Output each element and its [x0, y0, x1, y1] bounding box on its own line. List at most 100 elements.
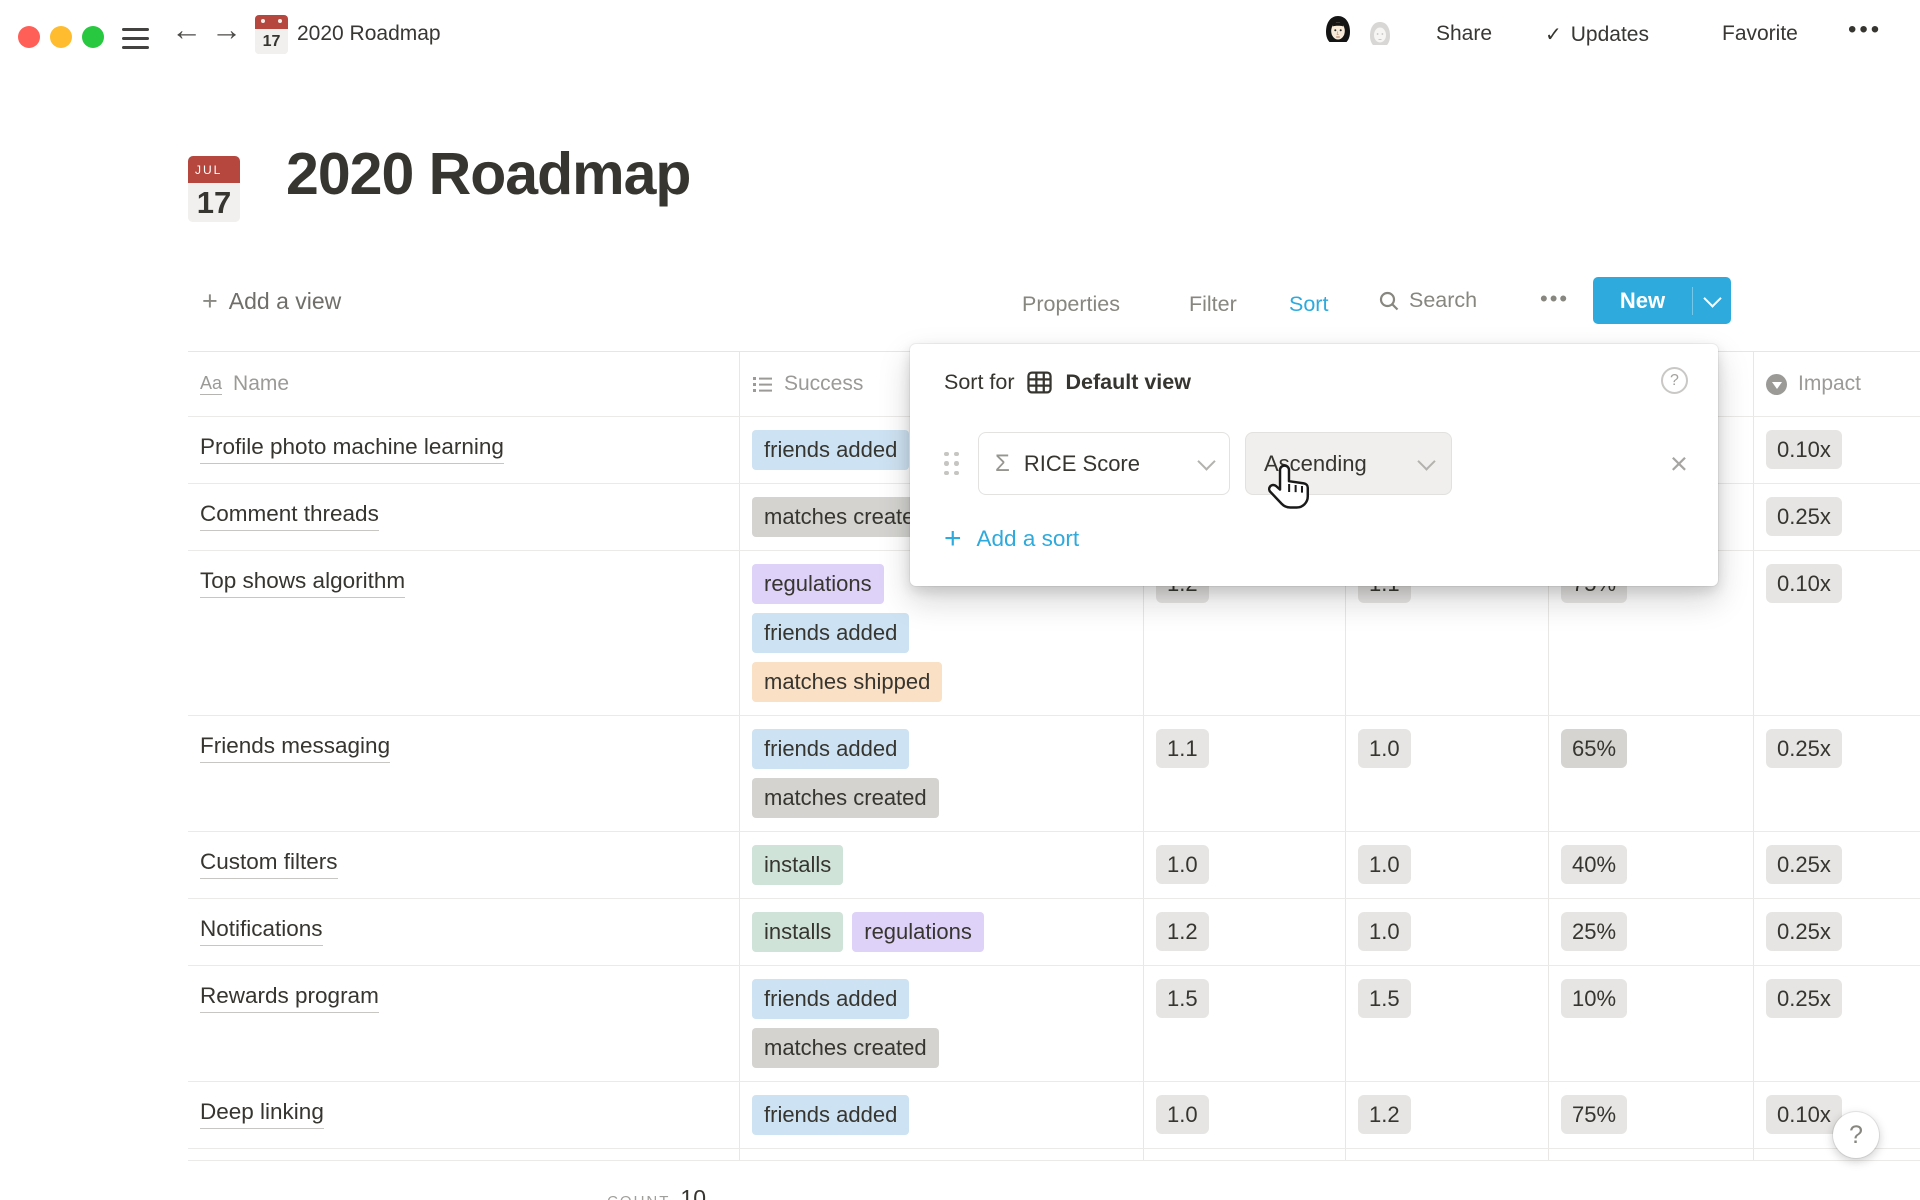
num2-cell[interactable]: 1.5: [1346, 966, 1549, 1081]
num2-cell[interactable]: 1.2: [1346, 1082, 1549, 1148]
num1-cell[interactable]: 1.0: [1144, 1082, 1346, 1148]
impact-cell[interactable]: 0.25x: [1754, 716, 1920, 831]
value-chip: 1.1: [1156, 729, 1209, 768]
value-chip: 0.25x: [1766, 729, 1842, 768]
avatar[interactable]: [1318, 10, 1358, 50]
forward-icon[interactable]: →: [211, 14, 242, 45]
sort-popup-header: Sort for Default view: [944, 369, 1191, 396]
close-window-button[interactable]: [18, 26, 40, 48]
num2-cell[interactable]: 1.0: [1346, 832, 1549, 898]
table-row: Deep linking friends added 1.0 1.275% 0.10x: [188, 1082, 1920, 1149]
sort-rule-row: Σ RICE Score Ascending ×: [944, 432, 1688, 495]
pct-cell[interactable]: 65%: [1549, 716, 1754, 831]
impact-cell[interactable]: 0.25x: [1754, 966, 1920, 1081]
column-header-impact[interactable]: Impact: [1754, 352, 1920, 416]
impact-cell[interactable]: 0.25x: [1754, 832, 1920, 898]
chevron-down-icon: [1703, 289, 1721, 307]
updates-button[interactable]: ✓Updates: [1545, 22, 1649, 47]
pct-cell[interactable]: 40%: [1549, 832, 1754, 898]
avatar[interactable]: [1362, 16, 1398, 52]
value-chip: 0.10x: [1766, 564, 1842, 603]
num1-cell[interactable]: 1.5: [1144, 966, 1346, 1081]
filter-button[interactable]: Filter: [1189, 292, 1237, 317]
tag-blue: friends added: [752, 613, 909, 653]
num1-cell[interactable]: 1.2: [1144, 899, 1346, 965]
num1-cell[interactable]: 1.1: [1144, 716, 1346, 831]
name-cell[interactable]: Profile photo machine learning: [188, 417, 740, 483]
column-header-name[interactable]: Aa Name: [188, 352, 740, 416]
row-title: Top shows algorithm: [200, 568, 405, 598]
tag-orange: matches shipped: [752, 662, 942, 702]
name-cell[interactable]: Friends messaging: [188, 716, 740, 831]
name-cell[interactable]: Top shows algorithm: [188, 551, 740, 715]
value-chip: 1.5: [1358, 979, 1411, 1018]
value-chip: 1.0: [1358, 729, 1411, 768]
success-cell[interactable]: friends added: [740, 1082, 1144, 1148]
pct-cell[interactable]: 75%: [1549, 1082, 1754, 1148]
success-cell[interactable]: friends added matches created: [740, 966, 1144, 1081]
collaborator-avatars: [1318, 10, 1402, 58]
num1-cell[interactable]: 1.0: [1144, 832, 1346, 898]
search-icon: [1378, 290, 1400, 312]
value-chip: 0.25x: [1766, 497, 1842, 536]
tag-blue: friends added: [752, 979, 909, 1019]
impact-cell[interactable]: 0.10x: [1754, 417, 1920, 483]
name-cell[interactable]: Rewards program: [188, 966, 740, 1081]
table-row-partial: [188, 1149, 1920, 1161]
page-title[interactable]: 2020 Roadmap: [286, 140, 690, 208]
sidebar-menu-icon[interactable]: [122, 28, 149, 49]
new-dropdown-button[interactable]: [1693, 297, 1731, 305]
title-property-icon: Aa: [200, 373, 222, 396]
value-chip: 0.10x: [1766, 1095, 1842, 1134]
back-icon[interactable]: ←: [171, 14, 202, 45]
breadcrumb-page-title[interactable]: 2020 Roadmap: [297, 22, 441, 46]
success-cell[interactable]: installsregulations: [740, 899, 1144, 965]
more-options-icon[interactable]: •••: [1848, 16, 1882, 44]
favorite-button[interactable]: Favorite: [1722, 22, 1798, 46]
share-button[interactable]: Share: [1436, 22, 1492, 46]
help-icon[interactable]: ?: [1661, 367, 1688, 394]
formula-sigma-icon: Σ: [995, 450, 1010, 478]
add-sort-button[interactable]: + Add a sort: [944, 524, 1079, 554]
tag-gray: matches created: [752, 1028, 939, 1068]
tag-purple: regulations: [852, 912, 984, 952]
pct-cell[interactable]: 10%: [1549, 966, 1754, 1081]
success-cell[interactable]: friends addedmatches created: [740, 716, 1144, 831]
row-title: Profile photo machine learning: [200, 434, 504, 464]
page-icon-calendar[interactable]: JUL 17: [188, 156, 240, 222]
name-cell[interactable]: Deep linking: [188, 1082, 740, 1148]
drag-handle-icon[interactable]: [944, 452, 959, 476]
row-title: Rewards program: [200, 983, 379, 1013]
pct-cell[interactable]: 25%: [1549, 899, 1754, 965]
chevron-down-icon: [1197, 452, 1215, 470]
value-chip: 40%: [1561, 845, 1627, 884]
add-view-button[interactable]: + Add a view: [202, 288, 341, 315]
num2-cell[interactable]: 1.0: [1346, 899, 1549, 965]
value-chip: 1.5: [1156, 979, 1209, 1018]
sort-field-dropdown[interactable]: Σ RICE Score: [978, 432, 1230, 495]
row-title: Notifications: [200, 916, 323, 946]
name-cell[interactable]: Comment threads: [188, 484, 740, 550]
minimize-window-button[interactable]: [50, 26, 72, 48]
name-cell[interactable]: Notifications: [188, 899, 740, 965]
value-chip: 1.2: [1156, 912, 1209, 951]
remove-sort-icon[interactable]: ×: [1670, 448, 1688, 479]
value-chip: 1.0: [1156, 1095, 1209, 1134]
new-button[interactable]: New: [1593, 277, 1731, 324]
plus-icon: +: [944, 524, 962, 554]
view-more-icon[interactable]: •••: [1540, 286, 1569, 312]
value-chip: 1.0: [1358, 912, 1411, 951]
name-cell[interactable]: Custom filters: [188, 832, 740, 898]
help-button[interactable]: ?: [1833, 1112, 1879, 1158]
impact-cell[interactable]: 0.25x: [1754, 899, 1920, 965]
search-button[interactable]: Search: [1378, 288, 1477, 313]
impact-cell[interactable]: 0.10x: [1754, 551, 1920, 715]
zoom-window-button[interactable]: [82, 26, 104, 48]
impact-cell[interactable]: 0.25x: [1754, 484, 1920, 550]
num2-cell[interactable]: 1.0: [1346, 716, 1549, 831]
table-row: Rewards program friends added matches crea…: [188, 966, 1920, 1082]
sort-button[interactable]: Sort: [1289, 292, 1328, 317]
success-cell[interactable]: installs: [740, 832, 1144, 898]
tag-blue: friends added: [752, 1095, 909, 1135]
properties-button[interactable]: Properties: [1022, 292, 1120, 317]
